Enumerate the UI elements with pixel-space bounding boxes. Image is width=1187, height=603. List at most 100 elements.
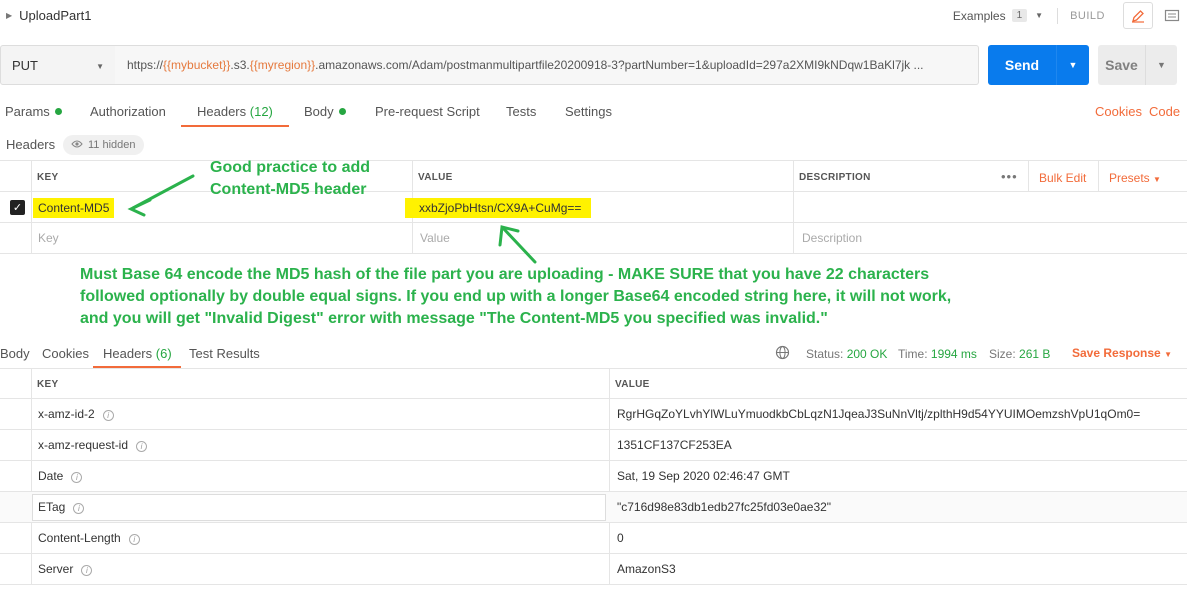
- save-options-chevron-icon[interactable]: ▼: [1146, 60, 1177, 70]
- tab-authorization[interactable]: Authorization: [90, 104, 166, 119]
- divider: [1028, 160, 1029, 192]
- table-row: x-amz-request-id i 1351CF137CF253EA: [0, 430, 1187, 461]
- table-row: Date i Sat, 19 Sep 2020 02:46:47 GMT: [0, 461, 1187, 492]
- comments-icon[interactable]: [1157, 2, 1187, 29]
- tab-label: Body: [304, 104, 334, 119]
- tab-tests[interactable]: Tests: [506, 104, 536, 119]
- description-input[interactable]: Description: [802, 231, 862, 245]
- response-time: Time: 1994 ms: [898, 347, 977, 361]
- info-icon[interactable]: i: [71, 472, 83, 483]
- response-bar: Body Cookies Headers (6) Test Results St…: [0, 340, 1187, 368]
- table-header: KEY VALUE DESCRIPTION ••• Bulk Edit Pres…: [0, 160, 1187, 192]
- response-header-key: Server i: [38, 562, 93, 576]
- response-header-key: x-amz-id-2 i: [38, 407, 114, 421]
- bulk-edit-link[interactable]: Bulk Edit: [1039, 171, 1086, 185]
- globe-icon[interactable]: [775, 345, 790, 363]
- response-header-value: RgrHGqZoYLvhYlWLuYmuodkbCbLqzN1JqeaJ3SuN…: [617, 407, 1141, 421]
- value-input[interactable]: Value: [420, 231, 450, 245]
- column-key: KEY: [37, 379, 59, 390]
- status-dot-icon: [338, 108, 346, 115]
- column-key: KEY: [37, 172, 59, 183]
- column-description: DESCRIPTION: [799, 172, 871, 183]
- key-text: ETag: [38, 500, 66, 514]
- tab-prerequest-script[interactable]: Pre-request Script: [375, 104, 480, 119]
- edit-pencil-icon[interactable]: [1123, 2, 1153, 29]
- row-enabled-checkbox[interactable]: ✓: [10, 200, 25, 215]
- response-header-key: ETag i: [38, 500, 85, 514]
- hovered-row-field[interactable]: [32, 494, 606, 521]
- table-row: Key Value Description: [0, 223, 1187, 254]
- tab-params[interactable]: Params: [5, 104, 62, 119]
- key-text: x-amz-request-id: [38, 438, 129, 452]
- status-dot-icon: [54, 108, 62, 115]
- key-input[interactable]: Key: [38, 231, 59, 245]
- info-icon[interactable]: i: [102, 410, 114, 421]
- tab-settings[interactable]: Settings: [565, 104, 612, 119]
- hidden-count: 11 hidden: [88, 139, 136, 151]
- chevron-down-icon: ▼: [1153, 175, 1161, 184]
- response-tab-headers[interactable]: Headers (6): [103, 346, 172, 361]
- info-icon[interactable]: i: [81, 565, 93, 576]
- active-tab-indicator: [181, 125, 289, 127]
- response-header-value: 1351CF137CF253EA: [617, 438, 732, 452]
- time-label: Time:: [898, 347, 928, 361]
- tab-label: Headers: [103, 346, 153, 361]
- more-options-icon[interactable]: •••: [1001, 169, 1018, 184]
- send-label: Send: [1004, 57, 1040, 73]
- response-header-key: Date i: [38, 469, 83, 483]
- presets-dropdown[interactable]: Presets ▼: [1109, 171, 1161, 185]
- code-link[interactable]: Code: [1149, 104, 1180, 119]
- request-url-row: PUT ▼ https://{{mybucket}} .s3. {{myregion…: [0, 45, 1187, 85]
- tab-body[interactable]: Body: [304, 104, 346, 119]
- response-tab-body[interactable]: Body: [0, 346, 30, 361]
- tab-count: (6): [155, 346, 172, 361]
- request-name[interactable]: UploadPart1: [19, 8, 91, 23]
- header-value-field[interactable]: xxbZjoPbHtsn/CX9A+CuMg==: [405, 198, 592, 218]
- tab-headers[interactable]: Headers (12): [197, 104, 273, 119]
- divider: [1057, 7, 1059, 24]
- save-response-dropdown[interactable]: Save Response ▼: [1072, 346, 1172, 360]
- url-variable: {{myregion}}: [249, 58, 316, 72]
- table-header: KEY VALUE: [0, 368, 1187, 399]
- examples-dropdown-icon[interactable]: ▼: [1035, 11, 1043, 20]
- headers-section-label: Headers: [6, 137, 56, 152]
- hidden-headers-toggle[interactable]: 11 hidden: [63, 135, 144, 155]
- cookies-link[interactable]: Cookies: [1095, 104, 1142, 119]
- table-row: ✓ Content-MD5 xxbZjoPbHtsn/CX9A+CuMg==: [0, 192, 1187, 223]
- send-button[interactable]: Send ▼: [988, 45, 1089, 85]
- collapse-caret-icon[interactable]: ▶: [6, 11, 12, 20]
- table-row: x-amz-id-2 i RgrHGqZoYLvhYlWLuYmuodkbCbLq…: [0, 399, 1187, 430]
- save-response-label: Save Response: [1072, 346, 1161, 360]
- divider: [1056, 45, 1057, 85]
- size-value: 261 B: [1019, 347, 1051, 361]
- tab-label: Headers: [197, 104, 247, 119]
- tab-count: (12): [249, 104, 273, 119]
- info-icon[interactable]: i: [136, 441, 148, 452]
- url-input[interactable]: https://{{mybucket}} .s3. {{myregion}} .ama…: [115, 45, 979, 85]
- url-text: .amazonaws.com/Adam/postmanmultipartfile…: [315, 58, 924, 72]
- method-value: PUT: [12, 57, 38, 73]
- size-label: Size:: [989, 347, 1016, 361]
- tab-label: Params: [5, 104, 50, 119]
- response-tab-cookies[interactable]: Cookies: [42, 346, 89, 361]
- examples-count-badge: 1: [1011, 9, 1028, 22]
- send-options-chevron-icon[interactable]: ▼: [1057, 60, 1089, 70]
- info-icon[interactable]: i: [73, 503, 85, 514]
- response-header-value: Sat, 19 Sep 2020 02:46:47 GMT: [617, 469, 790, 483]
- eye-icon: [71, 139, 83, 151]
- response-tab-test-results[interactable]: Test Results: [189, 346, 260, 361]
- method-select[interactable]: PUT ▼: [0, 45, 116, 85]
- response-header-key: x-amz-request-id i: [38, 438, 148, 452]
- presets-label: Presets: [1109, 171, 1150, 185]
- save-button[interactable]: Save ▼: [1098, 45, 1177, 85]
- info-icon[interactable]: i: [128, 534, 140, 545]
- key-text: Date: [38, 469, 64, 483]
- time-value: 1994 ms: [930, 347, 977, 361]
- examples-label[interactable]: Examples: [953, 9, 1006, 23]
- status-label: Status:: [806, 347, 844, 361]
- divider: [1098, 160, 1099, 192]
- build-label[interactable]: BUILD: [1070, 10, 1105, 22]
- header-key-field[interactable]: Content-MD5: [33, 198, 115, 218]
- key-text: x-amz-id-2: [38, 407, 95, 421]
- url-text: .s3.: [230, 58, 250, 72]
